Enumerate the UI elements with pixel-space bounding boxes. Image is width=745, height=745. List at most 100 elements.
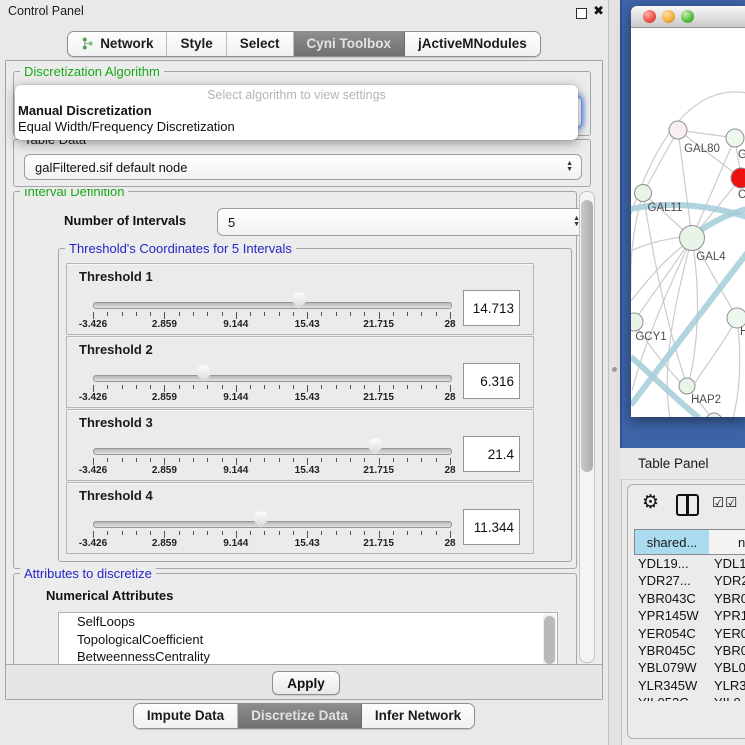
- tab-infer-network[interactable]: Infer Network: [362, 704, 474, 728]
- column-layout-icon[interactable]: [676, 494, 699, 516]
- cell-shared-name: YBL079W: [638, 659, 697, 676]
- network-node-C[interactable]: [731, 168, 745, 188]
- tab-label: Style: [180, 36, 212, 51]
- tick-mark: [321, 458, 322, 462]
- table-row[interactable]: YPR145WYPR1: [634, 607, 745, 624]
- settings-gear-icon[interactable]: ⚙: [642, 491, 659, 514]
- tick-mark: [436, 531, 437, 535]
- network-edge: [634, 238, 692, 322]
- tick-mark: [421, 312, 422, 316]
- threshold-label: Threshold 4: [79, 488, 153, 503]
- table-row[interactable]: YBR045CYBR0: [634, 642, 745, 659]
- apply-button[interactable]: Apply: [272, 671, 340, 695]
- threshold-value-field[interactable]: 21.4: [463, 436, 520, 472]
- cell-shared-name: YDL19...: [638, 555, 689, 572]
- cell-name: YDL1: [714, 555, 745, 572]
- network-node-H[interactable]: [727, 308, 745, 328]
- tick-mark: [136, 458, 137, 462]
- tick-mark: [336, 531, 337, 535]
- slider-track[interactable]: [93, 302, 452, 309]
- number-of-intervals-value: 5: [228, 215, 235, 230]
- node-label: GAL4: [696, 251, 726, 263]
- tick-mark: [336, 458, 337, 462]
- node-label: GA: [738, 149, 745, 161]
- cell-name: YIL0: [714, 694, 741, 701]
- tick-mark: [236, 458, 237, 465]
- tab-label: Impute Data: [147, 708, 224, 723]
- tick-mark: [179, 312, 180, 316]
- tick-label: 15.43: [295, 465, 320, 476]
- node-table: shared... name YDL19...YDL1YDR27...YDR2Y…: [634, 529, 745, 738]
- table-row[interactable]: YBL079W YBL0: [634, 659, 745, 676]
- slider-track[interactable]: [93, 448, 452, 455]
- tick-mark: [293, 312, 294, 316]
- network-window-titlebar[interactable]: [631, 6, 745, 28]
- tick-mark: [236, 531, 237, 538]
- tick-mark: [436, 385, 437, 389]
- tick-mark: [436, 312, 437, 316]
- splitter-grip-icon[interactable]: [612, 367, 617, 372]
- column-header-name[interactable]: name: [709, 529, 745, 555]
- bottom-tab-bar: Impute Data Discretize DataInfer Network: [0, 703, 608, 729]
- tick-mark: [350, 531, 351, 535]
- tick-mark: [122, 312, 123, 316]
- threshold-value-field[interactable]: 6.316: [463, 363, 520, 399]
- panel-scrollbar[interactable]: [579, 191, 595, 663]
- tab-impute-data[interactable]: Impute Data: [134, 704, 238, 728]
- network-node-GAL4[interactable]: [680, 226, 705, 251]
- tick-label: 28: [444, 538, 455, 549]
- close-icon[interactable]: ✖: [593, 3, 604, 19]
- tick-label: 28: [444, 465, 455, 476]
- algorithm-option[interactable]: Equal Width/Frequency Discretization: [18, 119, 235, 134]
- table-row[interactable]: YIL052CYIL0: [634, 694, 745, 701]
- tab-label: Cyni Toolbox: [307, 36, 392, 51]
- network-node-HAP2[interactable]: [679, 378, 695, 394]
- network-node-GCY1[interactable]: [631, 313, 643, 331]
- minimize-traffic-light-icon[interactable]: [662, 10, 675, 23]
- tab-discretize-data[interactable]: Discretize Data: [238, 704, 362, 728]
- network-node-GAL80[interactable]: [669, 121, 687, 139]
- tab-jactivemnodules[interactable]: jActiveMNodules: [405, 32, 540, 56]
- group-title: Attributes to discretize: [20, 566, 156, 581]
- attributes-group: Attributes to discretize Numerical Attri…: [13, 573, 577, 664]
- threshold-value-field[interactable]: 11.344: [463, 509, 520, 545]
- threshold-value-field[interactable]: 14.713: [463, 290, 520, 326]
- tab-network[interactable]: Network: [68, 32, 167, 56]
- tab-select[interactable]: Select: [227, 32, 294, 56]
- tick-mark: [393, 312, 394, 316]
- scrollbar-thumb[interactable]: [581, 200, 593, 472]
- table-panel-header: Table Panel: [620, 448, 745, 480]
- zoom-traffic-light-icon[interactable]: [681, 10, 694, 23]
- float-window-icon[interactable]: [576, 8, 587, 19]
- slider-track[interactable]: [93, 521, 452, 528]
- network-node-GAL11[interactable]: [635, 185, 652, 202]
- tab-cyni-toolbox[interactable]: Cyni Toolbox: [294, 32, 406, 56]
- list-scrollbar[interactable]: [543, 614, 556, 664]
- numerical-attributes-list: SelfLoopsTopologicalCoefficientBetweenne…: [58, 612, 558, 664]
- tab-style[interactable]: Style: [167, 32, 226, 56]
- tick-label: 28: [444, 392, 455, 403]
- algorithm-option[interactable]: Manual Discretization: [18, 103, 152, 118]
- tick-mark: [450, 531, 451, 538]
- close-traffic-light-icon[interactable]: [643, 10, 656, 23]
- attribute-item[interactable]: TopologicalCoefficient: [59, 631, 557, 649]
- cell-name: YBL0: [714, 659, 745, 676]
- table-row[interactable]: YLR345WYLR3: [634, 677, 745, 694]
- table-row[interactable]: YER054CYER0: [634, 625, 745, 642]
- number-of-intervals-select[interactable]: 5 ▲▼: [217, 208, 589, 236]
- table-data-select[interactable]: galFiltered.sif default node ▲▼: [24, 154, 582, 180]
- tick-mark: [279, 312, 280, 316]
- thresholds-group: Threshold's Coordinates for 5 Intervals …: [58, 248, 572, 562]
- table-row[interactable]: YDL19... YDL1: [634, 555, 745, 572]
- network-node-G[interactable]: [726, 129, 744, 147]
- slider-track[interactable]: [93, 375, 452, 382]
- table-row[interactable]: YBR043CYBR0: [634, 590, 745, 607]
- attribute-item[interactable]: SelfLoops: [59, 613, 557, 631]
- table-row[interactable]: YDR27...YDR2: [634, 572, 745, 589]
- checkbox-icons[interactable]: ☑☑: [712, 495, 738, 511]
- tick-mark: [393, 385, 394, 389]
- network-canvas[interactable]: GAL80GACGAL11GAL4GCY1HHAP2: [631, 28, 745, 417]
- tick-mark: [436, 458, 437, 462]
- column-header-shared[interactable]: shared...: [634, 529, 710, 555]
- attribute-item[interactable]: BetweennessCentrality: [59, 648, 557, 664]
